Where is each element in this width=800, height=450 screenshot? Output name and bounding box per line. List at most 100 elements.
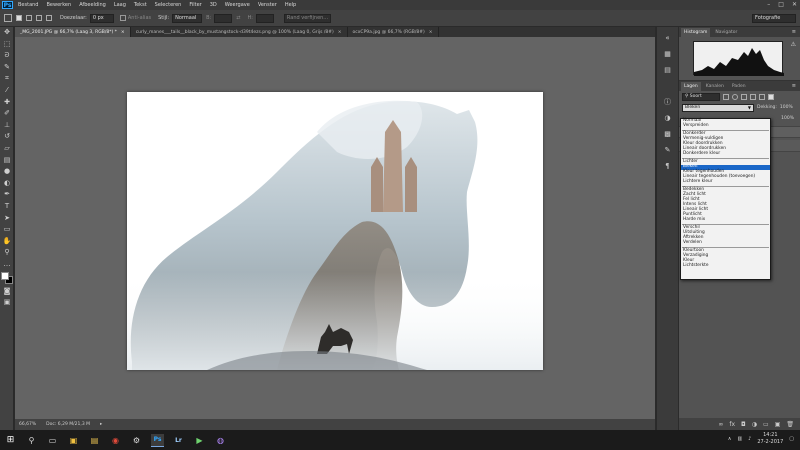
adjustment-filter-icon[interactable]	[732, 93, 738, 100]
shape-tool-icon[interactable]: ▭	[2, 225, 12, 234]
quick-select-tool-icon[interactable]: ✎	[2, 63, 12, 72]
volume-icon[interactable]: ♪	[748, 436, 751, 442]
maximize-icon[interactable]: □	[778, 1, 784, 8]
foreground-color-swatch[interactable]	[1, 271, 9, 280]
menu-help[interactable]: Help	[285, 2, 296, 8]
adjustment-layer-icon[interactable]: ◑	[752, 421, 757, 428]
blend-mode-option[interactable]: Harde mix	[681, 217, 770, 223]
quick-mask-icon[interactable]: ◙	[2, 287, 12, 296]
panel-menu-icon[interactable]: ≡	[792, 83, 796, 89]
history-panel-icon[interactable]: ▦	[662, 49, 674, 59]
blend-mode-select[interactable]: Bleken ▼	[682, 103, 754, 112]
shape-filter-icon[interactable]	[750, 93, 756, 100]
healing-tool-icon[interactable]: ✚	[2, 98, 12, 107]
panel-menu-icon[interactable]: ≡	[792, 29, 796, 35]
tab-mg-2001[interactable]: _MG_2001.JPG @ 66,7% (Laag 3, RGB/8*) * …	[15, 27, 131, 37]
pen-tool-icon[interactable]: ✒	[2, 190, 12, 199]
info-panel-icon[interactable]: ⓘ	[662, 97, 674, 107]
gradient-tool-icon[interactable]: ▤	[2, 156, 12, 165]
adjustments-panel-icon[interactable]: ◑	[662, 113, 674, 123]
photoshop-taskbar-icon[interactable]: Ps	[151, 433, 164, 447]
menu-laag[interactable]: Laag	[114, 2, 126, 8]
settings-icon[interactable]: ⚙	[130, 434, 143, 447]
new-group-icon[interactable]: ▭	[763, 421, 769, 428]
brush-tool-icon[interactable]: ✐	[2, 109, 12, 118]
more-tools-icon[interactable]: …	[2, 260, 12, 269]
network-icon[interactable]: ▥	[737, 436, 742, 442]
color-swatches[interactable]	[1, 271, 13, 284]
height-input[interactable]	[255, 13, 274, 23]
screen-mode-icon[interactable]: ▣	[2, 298, 12, 307]
add-mask-icon[interactable]: ◘	[741, 421, 746, 428]
blur-tool-icon[interactable]: ●	[2, 167, 12, 176]
swap-icon[interactable]: ⇄	[236, 15, 240, 21]
workspace-select[interactable]: Fotografie	[752, 14, 796, 23]
notifications-icon[interactable]: ▢	[789, 436, 794, 442]
type-filter-icon[interactable]	[741, 93, 747, 100]
layer-style-icon[interactable]: fx	[729, 421, 735, 428]
windows-start-icon[interactable]: ⊞	[4, 434, 17, 447]
path-select-tool-icon[interactable]: ➤	[2, 214, 12, 223]
menu-venster[interactable]: Venster	[258, 2, 277, 8]
move-tool-icon[interactable]: ✥	[2, 28, 12, 37]
zoom-level[interactable]: 66,67%	[19, 422, 36, 427]
antialias-checkbox[interactable]	[119, 15, 126, 21]
collapse-panels-icon[interactable]: «	[662, 33, 674, 43]
blend-mode-option[interactable]: Donkerdere kleur	[681, 151, 770, 157]
blend-mode-dropdown[interactable]: Normaal Verspreiden Donkerder Vermenig-vuld…	[680, 118, 771, 280]
hand-tool-icon[interactable]: ✋	[2, 237, 12, 246]
menu-selecteren[interactable]: Selecteren	[155, 2, 182, 8]
layer-kind-filter[interactable]: ⚲ Soort	[682, 92, 720, 101]
blend-mode-option[interactable]: Lichtere kleur	[681, 179, 770, 185]
width-input[interactable]	[214, 13, 233, 23]
properties-panel-icon[interactable]: ▤	[662, 65, 674, 75]
close-tab-icon[interactable]: ×	[338, 30, 342, 35]
eraser-tool-icon[interactable]: ▱	[2, 144, 12, 153]
blend-mode-option[interactable]: Verspreiden	[681, 123, 770, 129]
blend-mode-option[interactable]: Verdelen	[681, 240, 770, 246]
document-canvas[interactable]	[127, 92, 543, 370]
tab-ocxcp9a[interactable]: ocxCP9a.jpg @ 66,7% (RGB/8#) ×	[348, 27, 439, 37]
histogram-warning-icon[interactable]: ⚠	[791, 41, 796, 48]
add-selection-icon[interactable]	[26, 15, 32, 21]
menu-bewerken[interactable]: Bewerken	[46, 2, 71, 8]
blend-mode-option[interactable]: Lichtsterkte	[681, 263, 770, 269]
status-arrow-icon[interactable]: ▸	[100, 422, 102, 427]
canvas-area[interactable]	[15, 37, 655, 419]
tab-histogram[interactable]: Histogram	[681, 27, 711, 37]
chrome-icon[interactable]: ◉	[109, 434, 122, 447]
intersect-selection-icon[interactable]	[46, 15, 52, 21]
history-brush-tool-icon[interactable]: ↺	[2, 132, 12, 141]
link-layers-icon[interactable]: ∞	[718, 421, 723, 428]
lightroom-taskbar-icon[interactable]: Lr	[172, 434, 185, 447]
pixel-filter-icon[interactable]	[723, 93, 729, 100]
clock[interactable]: 14:21 27-2-2017	[757, 432, 783, 446]
tab-layers[interactable]: Lagen	[681, 81, 701, 91]
type-tool-icon[interactable]: T	[2, 202, 12, 211]
feather-input[interactable]: 0 px	[89, 13, 114, 23]
menu-filter[interactable]: Filter	[189, 2, 201, 8]
marquee-tool-icon[interactable]	[4, 14, 12, 22]
refine-edge-button[interactable]: Rand verfijnen...	[283, 13, 332, 23]
tab-channels[interactable]: Kanalen	[703, 82, 727, 91]
brush-panel-icon[interactable]: ✎	[662, 145, 674, 155]
menu-weergave[interactable]: Weergave	[225, 2, 250, 8]
tab-curly-manes[interactable]: curly_manes___tails__black_by_mustangsto…	[131, 27, 348, 37]
photos-app-icon[interactable]: ▣	[67, 434, 80, 447]
dodge-tool-icon[interactable]: ◐	[2, 179, 12, 188]
new-selection-icon[interactable]	[16, 15, 22, 21]
close-tab-icon[interactable]: ×	[429, 30, 433, 35]
menu-tekst[interactable]: Tekst	[134, 2, 147, 8]
eyedropper-tool-icon[interactable]: ⁄	[2, 86, 12, 95]
close-tab-icon[interactable]: ×	[121, 30, 125, 35]
file-explorer-icon[interactable]: ▤	[88, 434, 101, 447]
lasso-tool-icon[interactable]: ᘐ	[2, 51, 12, 60]
tab-navigator[interactable]: Navigator	[712, 28, 740, 37]
delete-layer-icon[interactable]: 🗑	[786, 421, 794, 428]
swatches-panel-icon[interactable]: ▩	[662, 129, 674, 139]
zoom-tool-icon[interactable]: ⚲	[2, 248, 12, 257]
menu-afbeelding[interactable]: Afbeelding	[79, 2, 106, 8]
menu-3d[interactable]: 3D	[210, 2, 217, 8]
fill-value[interactable]: 100%	[781, 116, 794, 121]
media-app-icon[interactable]: ▶	[193, 434, 206, 447]
